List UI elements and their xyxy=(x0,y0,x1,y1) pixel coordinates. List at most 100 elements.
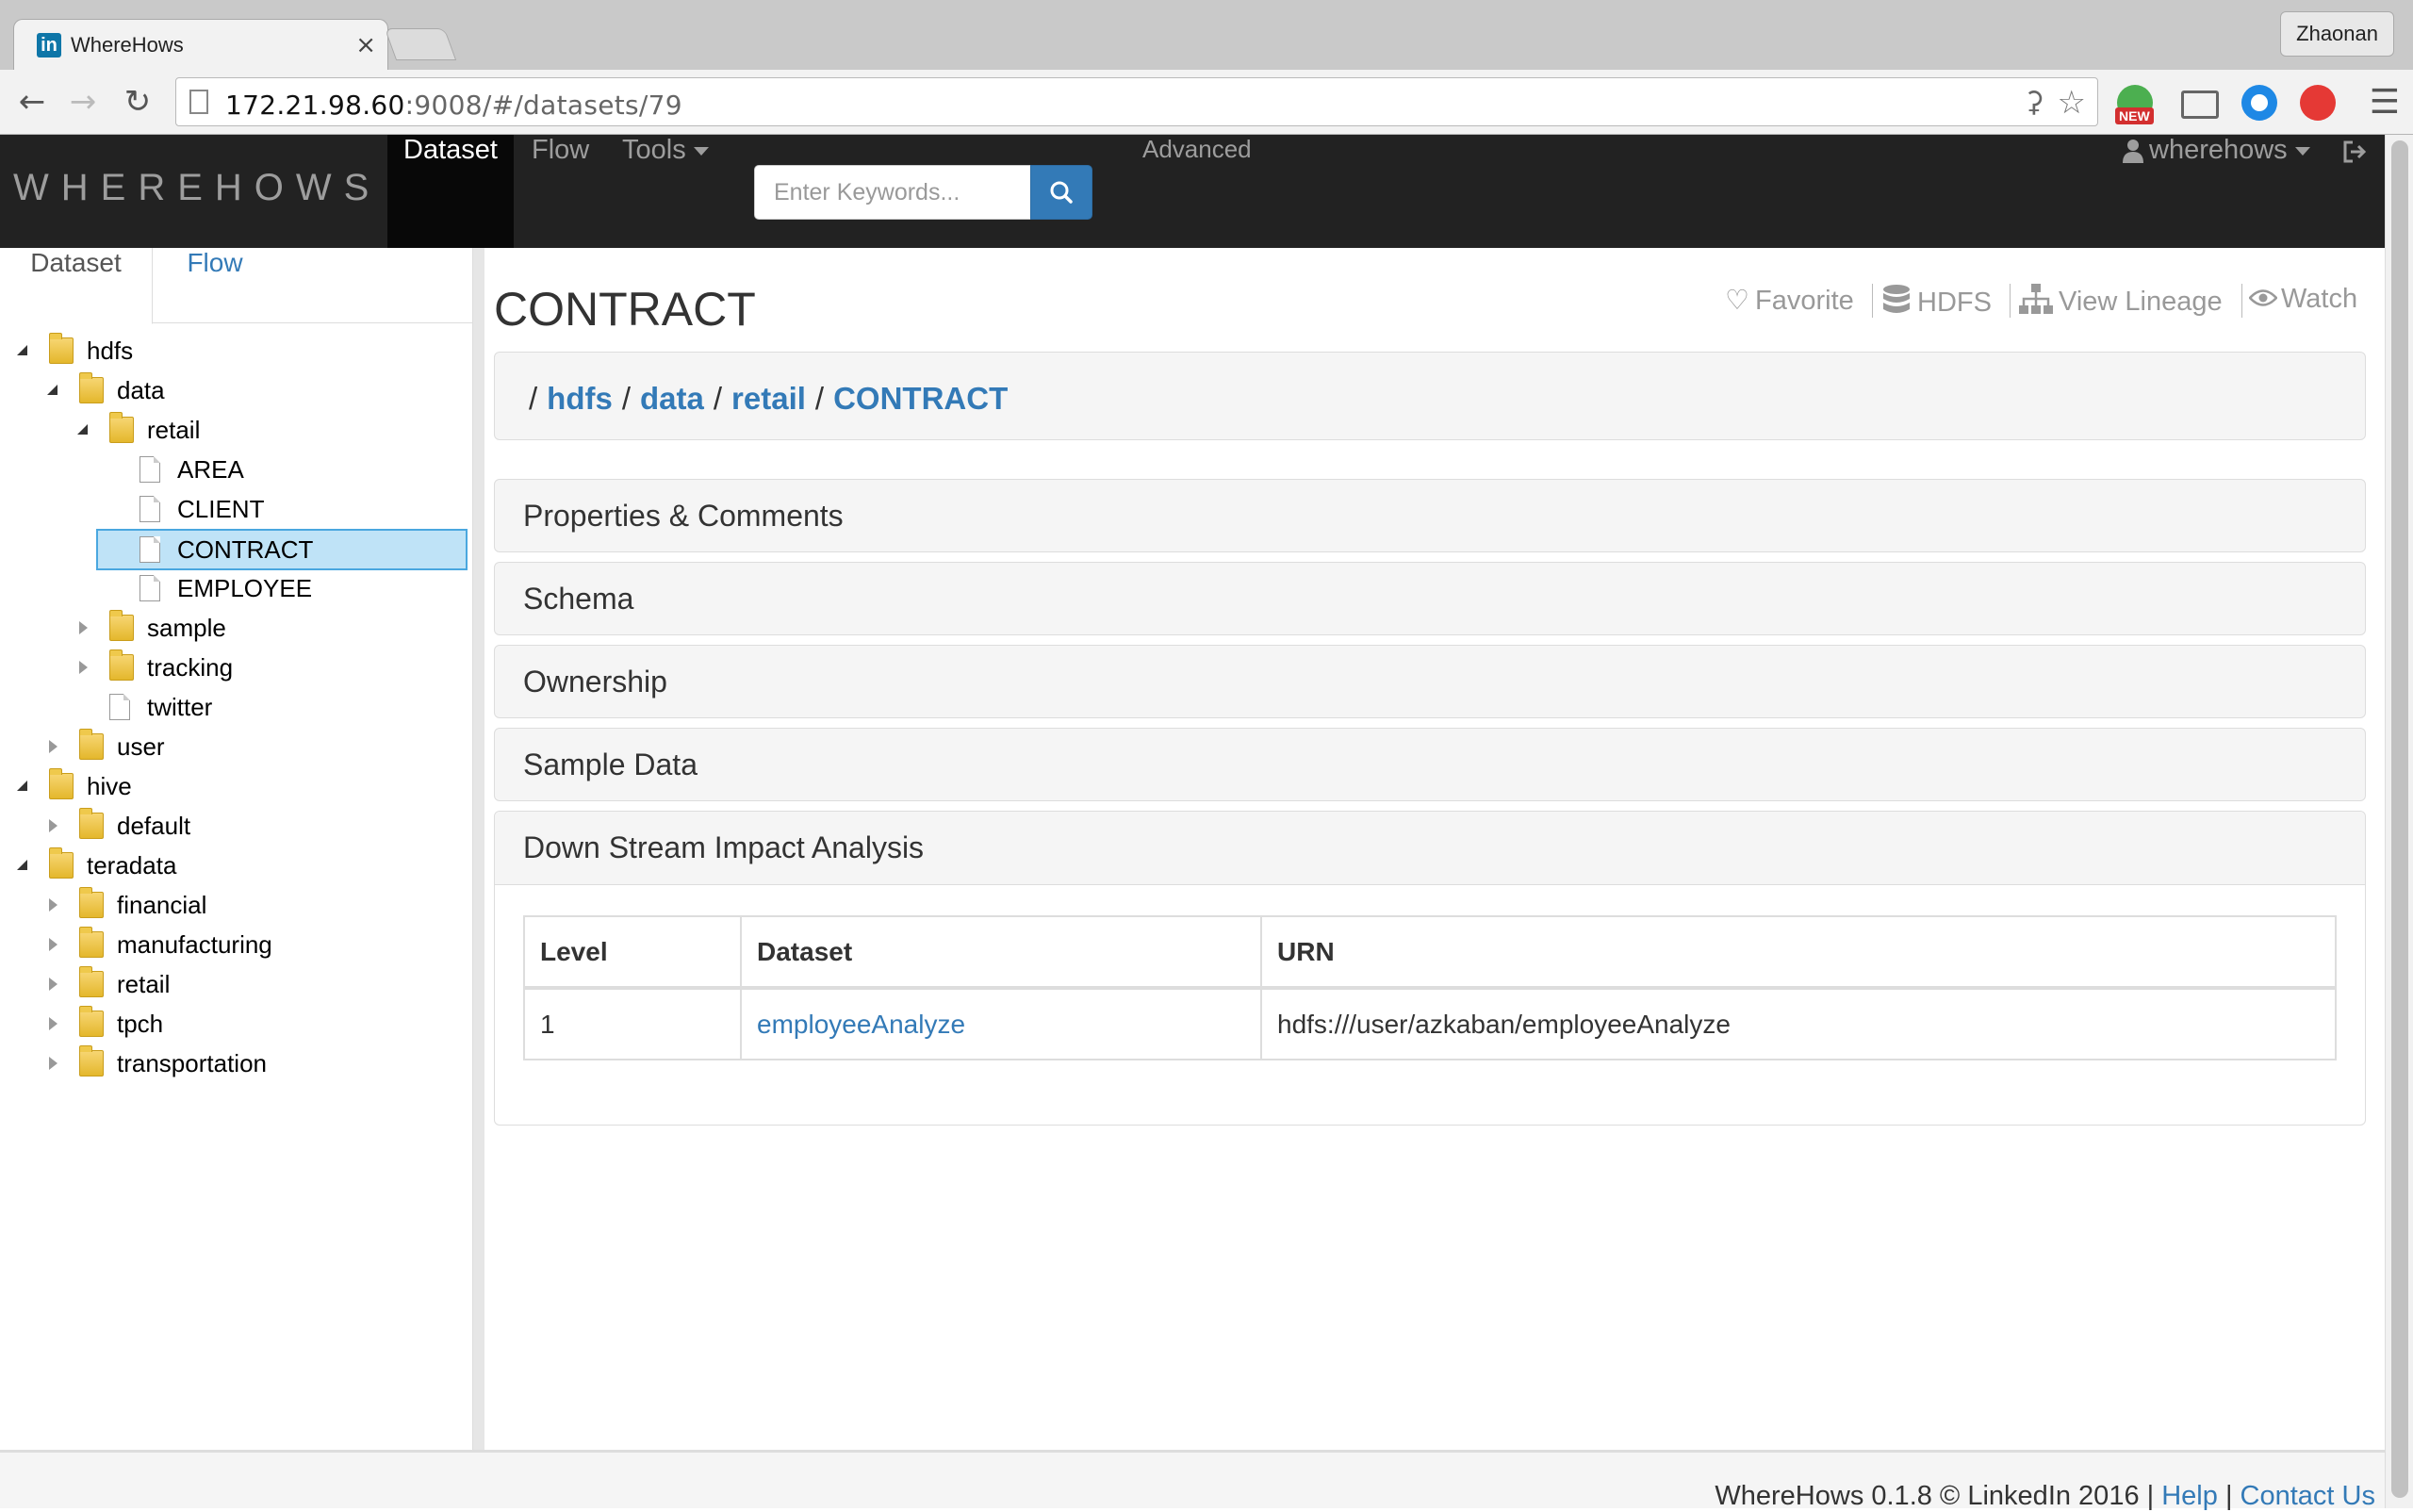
tab-dataset[interactable]: Dataset xyxy=(0,248,153,324)
column-header-urn: URN xyxy=(1260,915,2337,990)
tree-node-contract[interactable]: CONTRACT xyxy=(96,529,468,570)
expand-toggle-icon[interactable] xyxy=(43,728,62,765)
forward-icon[interactable]: → xyxy=(62,81,104,123)
tab-close-icon[interactable]: × xyxy=(355,31,376,59)
key-icon[interactable]: ⚳ xyxy=(2024,86,2044,119)
tree-node-manufacturing[interactable]: manufacturing xyxy=(43,926,466,963)
tree-node-employee[interactable]: EMPLOYEE xyxy=(104,569,466,607)
tree-node-twitter[interactable]: twitter xyxy=(74,688,466,726)
collapse-toggle-icon[interactable] xyxy=(13,332,32,370)
tree-tabs: Dataset Flow xyxy=(0,248,473,324)
extension-circle-icon[interactable] xyxy=(2241,85,2277,121)
eye-icon xyxy=(2248,289,2278,306)
sitemap-icon xyxy=(2019,284,2053,314)
expand-toggle-icon[interactable] xyxy=(43,807,62,845)
reload-icon[interactable]: ↻ xyxy=(117,81,158,123)
tree-node-hdfs[interactable]: hdfs xyxy=(13,332,466,370)
hdfs-button[interactable]: HDFS xyxy=(1881,284,1992,319)
page-icon xyxy=(189,90,208,114)
tree-node-teradata[interactable]: teradata xyxy=(13,846,466,884)
expand-toggle-icon[interactable] xyxy=(43,965,62,1003)
watch-button[interactable]: Watch xyxy=(2248,284,2357,315)
collapse-toggle-icon[interactable] xyxy=(13,767,32,805)
panel-title: Down Stream Impact Analysis xyxy=(523,830,925,864)
expand-toggle-icon[interactable] xyxy=(43,1044,62,1082)
breadcrumb-contract[interactable]: CONTRACT xyxy=(833,381,1008,416)
copyright: WhereHows 0.1.8 © LinkedIn 2016 xyxy=(1715,1481,2140,1511)
nav-dataset[interactable]: Dataset xyxy=(387,135,514,248)
tree-node-sample[interactable]: sample xyxy=(74,609,466,647)
tree-node-transportation[interactable]: transportation xyxy=(43,1044,466,1082)
tree-node-user[interactable]: user xyxy=(43,728,466,765)
properties-comments-panel[interactable]: Properties & Comments xyxy=(494,479,2366,552)
browser-tab[interactable]: in WhereHows × xyxy=(13,19,388,70)
tree-node-tracking[interactable]: tracking xyxy=(74,649,466,686)
tab-flow[interactable]: Flow xyxy=(153,248,277,323)
tree-node-retail-teradata[interactable]: retail xyxy=(43,965,466,1003)
tree-node-hive[interactable]: hive xyxy=(13,767,466,805)
nav-flow[interactable]: Flow xyxy=(532,135,589,248)
tree-node-area[interactable]: AREA xyxy=(104,451,466,488)
view-lineage-button[interactable]: View Lineage xyxy=(2019,284,2223,318)
expand-toggle-icon[interactable] xyxy=(74,609,92,647)
logout-icon[interactable] xyxy=(2341,135,2368,248)
menu-icon[interactable]: ☰ xyxy=(2370,83,2400,122)
tree-node-client[interactable]: CLIENT xyxy=(104,490,466,528)
tree-node-data[interactable]: data xyxy=(43,371,466,409)
search-input[interactable] xyxy=(754,165,1031,220)
page-title: CONTRACT xyxy=(494,283,756,336)
tree-node-label: default xyxy=(117,812,191,840)
breadcrumb-hdfs[interactable]: hdfs xyxy=(547,381,613,416)
table-header-row: Level Dataset URN xyxy=(523,915,2337,990)
panel-splitter[interactable] xyxy=(473,248,484,1450)
folder-icon xyxy=(109,610,134,641)
nav-tools-dropdown[interactable]: Tools xyxy=(622,135,709,248)
contact-link[interactable]: Contact Us xyxy=(2241,1481,2375,1511)
help-link[interactable]: Help xyxy=(2161,1481,2218,1511)
tree-node-financial[interactable]: financial xyxy=(43,886,466,924)
extension-hand-icon[interactable] xyxy=(2300,85,2336,121)
star-icon[interactable]: ☆ xyxy=(2058,84,2086,122)
browser-toolbar: ← → ↻ 172.21.98.60:9008/#/datasets/79 ⚳ … xyxy=(0,70,2413,135)
expand-toggle-icon[interactable] xyxy=(74,649,92,686)
collapse-toggle-icon[interactable] xyxy=(74,411,92,449)
ownership-panel[interactable]: Ownership xyxy=(494,645,2366,718)
panel-title: Properties & Comments xyxy=(523,499,844,533)
divider xyxy=(2010,284,2011,318)
advanced-search-link[interactable]: Advanced xyxy=(1142,135,1252,248)
back-icon[interactable]: ← xyxy=(11,81,53,123)
brand-logo[interactable]: WHEREHOWS xyxy=(13,167,381,209)
panel-title: Ownership xyxy=(523,665,667,698)
tree-node-default[interactable]: default xyxy=(43,807,466,845)
sample-data-panel[interactable]: Sample Data xyxy=(494,728,2366,801)
collapse-toggle-icon[interactable] xyxy=(13,846,32,884)
favorite-button[interactable]: ♡ Favorite xyxy=(1725,284,1854,317)
tree-node-tpch[interactable]: tpch xyxy=(43,1005,466,1043)
cast-icon[interactable] xyxy=(2181,90,2219,119)
tree-node-label: tpch xyxy=(117,1010,164,1038)
expand-toggle-icon[interactable] xyxy=(43,926,62,963)
chrome-extension-new-icon[interactable]: NEW xyxy=(2115,85,2154,124)
scrollbar-thumb[interactable] xyxy=(2391,140,2408,1498)
cell-dataset: employeeAnalyze xyxy=(740,987,1262,1060)
tree-node-label: tracking xyxy=(147,653,234,682)
dataset-link[interactable]: employeeAnalyze xyxy=(757,1010,965,1039)
tree-node-label: teradata xyxy=(87,851,177,879)
panel-title: Schema xyxy=(523,582,634,616)
breadcrumb-data[interactable]: data xyxy=(640,381,704,416)
breadcrumb-retail[interactable]: retail xyxy=(731,381,806,416)
expand-toggle-icon[interactable] xyxy=(43,1005,62,1043)
tree-node-label: EMPLOYEE xyxy=(177,574,313,602)
search-button[interactable] xyxy=(1030,165,1092,220)
tree-node-retail[interactable]: retail xyxy=(74,411,466,449)
user-menu-dropdown[interactable]: wherehows xyxy=(2123,135,2310,248)
address-bar[interactable]: 172.21.98.60:9008/#/datasets/79 ⚳ ☆ xyxy=(175,77,2098,126)
collapse-toggle-icon[interactable] xyxy=(43,371,62,409)
expand-toggle-icon[interactable] xyxy=(43,886,62,924)
profile-button[interactable]: Zhaonan xyxy=(2280,11,2394,57)
schema-panel[interactable]: Schema xyxy=(494,562,2366,635)
caret-down-icon xyxy=(2294,146,2310,156)
page-scrollbar[interactable] xyxy=(2385,135,2413,1508)
app-navbar: WHEREHOWS Dataset Flow Tools Advanced wh… xyxy=(0,135,2385,248)
new-tab-button[interactable] xyxy=(384,28,457,60)
